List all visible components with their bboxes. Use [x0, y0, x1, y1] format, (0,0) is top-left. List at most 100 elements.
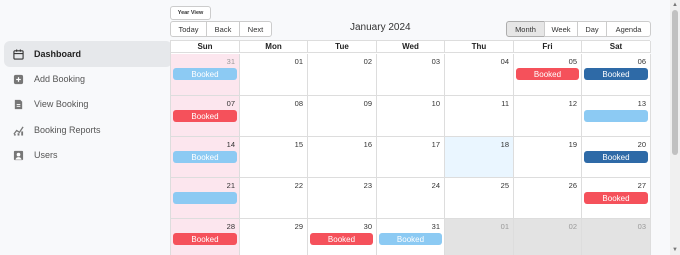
scrollbar-thumb[interactable]	[672, 10, 678, 155]
day-number: 10	[431, 99, 440, 108]
next-button[interactable]: Next	[239, 21, 272, 37]
chart-icon	[13, 125, 24, 136]
day-cell-next-month[interactable]: 01	[445, 219, 514, 255]
day-cell[interactable]: 14 Booked	[171, 137, 240, 178]
day-cell[interactable]: 04	[445, 54, 514, 96]
day-number: 11	[501, 99, 509, 108]
sidebar-item-label: View Booking	[34, 99, 89, 109]
day-cell-next-month[interactable]: 02	[514, 219, 582, 255]
day-cell[interactable]: 12	[514, 96, 582, 137]
today-button[interactable]: Today	[170, 21, 207, 37]
month-title: January 2024	[350, 22, 411, 33]
day-cell[interactable]: 01	[240, 54, 308, 96]
day-cell[interactable]: 05 Booked	[514, 54, 582, 96]
day-cell[interactable]: 24	[377, 178, 445, 219]
today-cell[interactable]: 18	[445, 137, 514, 178]
day-number: 20	[637, 140, 646, 149]
day-cell[interactable]: 22	[240, 178, 308, 219]
booking-event[interactable]: Booked	[173, 110, 237, 122]
sidebar-item-view-booking[interactable]: View Booking	[4, 91, 172, 117]
day-cell[interactable]: 06 Booked	[582, 54, 651, 96]
day-cell[interactable]: 13	[582, 96, 651, 137]
day-cell[interactable]: 27 Booked	[582, 178, 651, 219]
day-cell[interactable]: 16	[308, 137, 377, 178]
booking-event[interactable]: Booked	[584, 192, 648, 204]
booking-event[interactable]: Booked	[584, 68, 648, 80]
day-cell[interactable]: 31 Booked	[377, 219, 445, 255]
day-cell[interactable]: 08	[240, 96, 308, 137]
day-cell[interactable]: 29	[240, 219, 308, 255]
user-icon	[13, 150, 24, 161]
sidebar-item-dashboard[interactable]: Dashboard	[4, 41, 172, 67]
booking-event[interactable]: Booked	[173, 233, 237, 245]
agenda-view-button[interactable]: Agenda	[606, 21, 651, 37]
sidebar-item-label: Dashboard	[34, 49, 82, 59]
day-cell[interactable]: 28 Booked	[171, 219, 240, 255]
weekday-header: Mon	[240, 41, 308, 53]
day-number: 19	[568, 140, 577, 149]
day-cell[interactable]: 26	[514, 178, 582, 219]
day-cell[interactable]: 10	[377, 96, 445, 137]
day-cell[interactable]: 31 Booked	[171, 54, 240, 96]
sidebar-item-users[interactable]: Users	[4, 142, 172, 168]
weekday-header: Sat	[582, 41, 651, 53]
booking-event[interactable]: Booked	[516, 68, 579, 80]
day-cell[interactable]: 11	[445, 96, 514, 137]
scroll-up-icon[interactable]: ▲	[671, 1, 679, 9]
day-cell[interactable]: 02	[308, 54, 377, 96]
booking-event[interactable]: Booked	[379, 233, 442, 245]
day-cell[interactable]: 15	[240, 137, 308, 178]
booking-event[interactable]: Booked	[173, 68, 237, 80]
day-number: 05	[568, 57, 577, 66]
month-view-button[interactable]: Month	[506, 21, 545, 37]
day-cell[interactable]: 30 Booked	[308, 219, 377, 255]
calendar-icon	[13, 48, 24, 60]
day-number: 15	[294, 140, 303, 149]
week-view-button[interactable]: Week	[544, 21, 578, 37]
day-number: 29	[294, 222, 303, 231]
sidebar-item-label: Add Booking	[34, 74, 86, 84]
day-cell[interactable]: 23	[308, 178, 377, 219]
weekday-header: Tue	[308, 41, 377, 53]
day-number: 22	[294, 181, 303, 190]
day-number: 01	[500, 222, 509, 231]
day-number: 17	[431, 140, 440, 149]
day-cell[interactable]: 09	[308, 96, 377, 137]
day-number: 02	[363, 57, 372, 66]
booking-event-untitled[interactable]	[173, 192, 237, 204]
day-number: 03	[637, 222, 646, 231]
day-cell[interactable]: 07 Booked	[171, 96, 240, 137]
sidebar-item-label: Users	[34, 150, 58, 160]
day-number: 28	[226, 222, 235, 231]
day-cell-next-month[interactable]: 03	[582, 219, 651, 255]
booking-event[interactable]: Booked	[584, 151, 648, 163]
day-view-button[interactable]: Day	[577, 21, 607, 37]
vertical-scrollbar[interactable]: ▲ ▼	[670, 0, 680, 255]
document-icon	[13, 99, 24, 110]
sidebar-item-booking-reports[interactable]: Booking Reports	[4, 117, 172, 143]
back-button[interactable]: Back	[206, 21, 240, 37]
day-number: 06	[637, 57, 646, 66]
day-cell[interactable]: 25	[445, 178, 514, 219]
year-view-button[interactable]: Year View	[170, 6, 211, 20]
day-number: 02	[568, 222, 577, 231]
sidebar-item-add-booking[interactable]: Add Booking	[4, 66, 172, 92]
day-number: 12	[568, 99, 577, 108]
booking-event[interactable]: Booked	[310, 233, 373, 245]
weekday-header: Fri	[514, 41, 582, 53]
month-grid: Sun Mon Tue Wed Thu Fri Sat 31 Booked 01…	[170, 40, 651, 255]
booking-event[interactable]: Booked	[173, 151, 237, 163]
day-cell[interactable]: 17	[377, 137, 445, 178]
day-number: 18	[500, 140, 509, 149]
day-number: 16	[363, 140, 372, 149]
day-number: 03	[431, 57, 440, 66]
weekday-header: Thu	[445, 41, 514, 53]
day-cell[interactable]: 21	[171, 178, 240, 219]
booking-event-untitled[interactable]	[584, 110, 648, 122]
day-number: 08	[294, 99, 303, 108]
day-cell[interactable]: 03	[377, 54, 445, 96]
day-cell[interactable]: 19	[514, 137, 582, 178]
day-cell[interactable]: 20 Booked	[582, 137, 651, 178]
day-number: 24	[431, 181, 440, 190]
scroll-down-icon[interactable]: ▼	[671, 246, 679, 254]
